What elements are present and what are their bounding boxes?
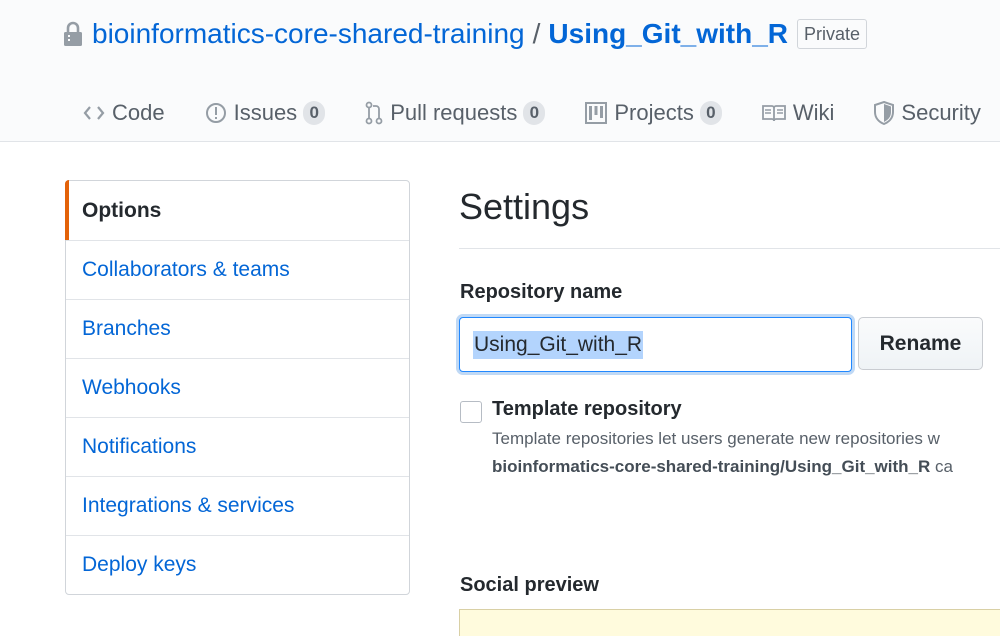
repo-name-link[interactable]: Using_Git_with_R (548, 18, 788, 50)
repo-header: bioinformatics-core-shared-training / Us… (0, 0, 1000, 142)
sidebar-item-label: Webhooks (82, 376, 181, 399)
sidebar-item-integrations-services[interactable]: Integrations & services (66, 476, 409, 535)
issues-counter: 0 (303, 101, 326, 125)
rename-button[interactable]: Rename (858, 317, 983, 370)
shield-icon (874, 101, 895, 125)
tab-issues-label: Issues (233, 100, 298, 125)
template-description: Template repositories let users generate… (492, 429, 940, 448)
tab-pull-requests[interactable]: Pull requests 0 (365, 100, 546, 126)
sidebar-item-options[interactable]: Options (65, 180, 409, 240)
social-preview-box (459, 609, 1000, 636)
private-badge: Private (797, 19, 868, 49)
sidebar-item-collaborators-teams[interactable]: Collaborators & teams (66, 240, 409, 299)
template-repository-checkbox[interactable] (460, 401, 482, 423)
template-description-rest: ca (930, 457, 953, 476)
tab-projects-label: Projects (614, 100, 694, 125)
tab-security[interactable]: Security (874, 100, 981, 126)
repo-name-input-value: Using_Git_with_R (473, 330, 644, 359)
sidebar-item-label: Deploy keys (82, 553, 197, 576)
pull-requests-counter: 0 (523, 101, 546, 125)
code-icon (83, 106, 105, 120)
tab-code-label: Code (112, 100, 165, 125)
path-separator: / (532, 18, 541, 49)
sidebar-item-branches[interactable]: Branches (66, 299, 409, 358)
repo-name-input[interactable]: Using_Git_with_R (459, 317, 852, 372)
sidebar-item-label: Branches (82, 317, 171, 340)
issue-icon (205, 103, 226, 123)
sidebar-item-label: Integrations & services (82, 494, 295, 517)
sidebar-item-label: Options (82, 198, 162, 222)
title-divider (459, 248, 1000, 249)
sidebar-item-label: Collaborators & teams (82, 258, 290, 281)
repo-owner-link[interactable]: bioinformatics-core-shared-training (92, 18, 525, 50)
tab-issues[interactable]: Issues 0 (205, 100, 326, 126)
tab-wiki-label: Wiki (792, 100, 835, 125)
page-title: Settings (459, 186, 590, 227)
settings-sidebar-menu: Options Collaborators & teams Branches W… (65, 180, 410, 595)
tab-projects[interactable]: Projects 0 (585, 100, 722, 126)
template-repository-label[interactable]: Template repository (492, 398, 682, 421)
sidebar-item-label: Notifications (82, 435, 197, 458)
lock-icon (64, 21, 82, 46)
sidebar-item-notifications[interactable]: Notifications (66, 417, 409, 476)
tab-security-label: Security (901, 100, 981, 125)
project-icon (585, 102, 608, 124)
repo-name-label: Repository name (460, 281, 623, 303)
sidebar-item-deploy-keys[interactable]: Deploy keys (66, 535, 409, 594)
tab-pull-requests-label: Pull requests (390, 100, 518, 125)
template-description-line2: bioinformatics-core-shared-training/Usin… (492, 457, 1000, 477)
social-preview-heading: Social preview (460, 574, 599, 596)
repo-title: bioinformatics-core-shared-training / Us… (63, 16, 868, 52)
tab-code[interactable]: Code (83, 100, 165, 126)
template-repo-path: bioinformatics-core-shared-training/Usin… (492, 457, 931, 476)
tab-wiki[interactable]: Wiki (761, 100, 835, 126)
repo-nav-tabs: Code Issues 0 Pull requests 0 Projects 0… (83, 96, 1000, 130)
book-icon (761, 105, 786, 122)
projects-counter: 0 (699, 101, 722, 125)
pull-request-icon (365, 101, 383, 125)
sidebar-item-webhooks[interactable]: Webhooks (66, 358, 409, 417)
